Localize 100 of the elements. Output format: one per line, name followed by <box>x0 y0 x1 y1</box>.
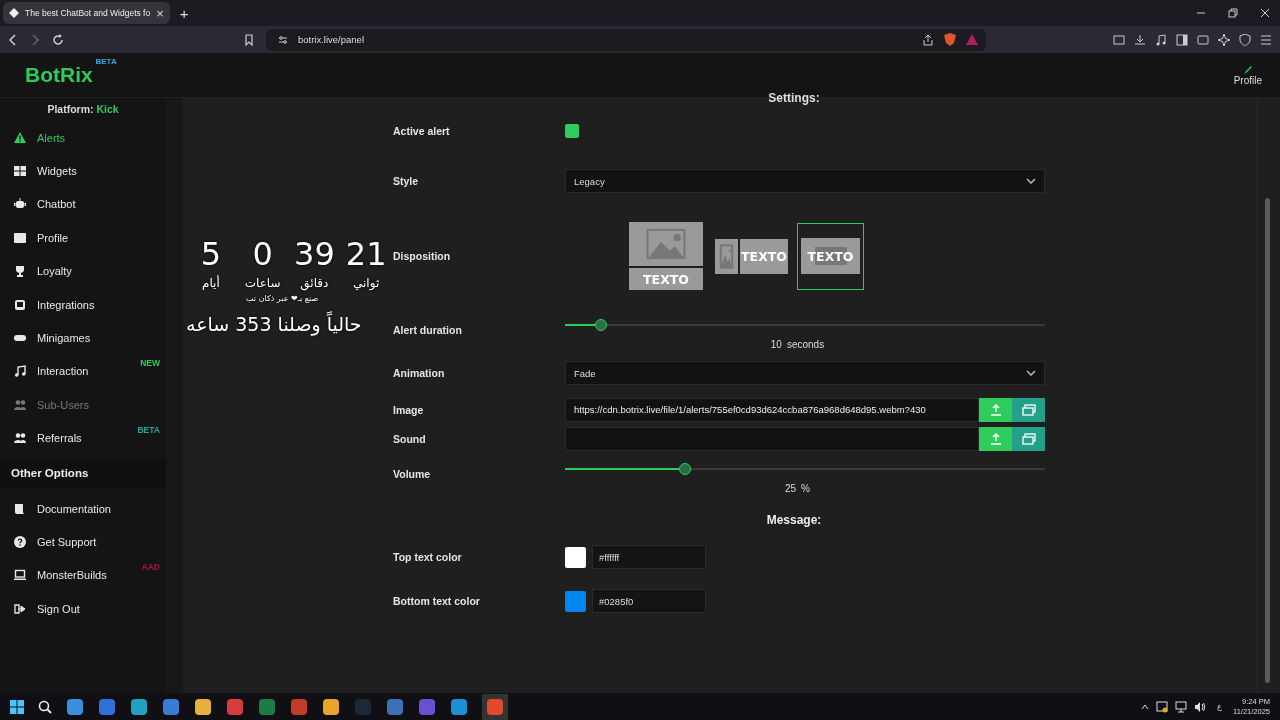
sidebar-item[interactable]: Get Support <box>0 525 166 559</box>
chevron-down-icon <box>1026 370 1036 376</box>
text-sample: TEXTO <box>740 238 788 274</box>
chevron-up-icon[interactable] <box>1141 703 1149 710</box>
slider-thumb[interactable] <box>595 318 607 331</box>
sidebar-item[interactable]: Widgets <box>0 154 166 188</box>
speaker-icon[interactable] <box>1194 700 1206 713</box>
site-settings-icon[interactable] <box>278 34 288 45</box>
countdown-number: 5 <box>200 234 222 275</box>
color-input-field[interactable]: #0285f0 <box>592 589 706 613</box>
music-note-icon[interactable] <box>1155 33 1167 46</box>
scrollbar-thumb[interactable] <box>1265 198 1270 683</box>
upload-icon <box>989 432 1002 445</box>
app-icon[interactable] <box>482 693 508 720</box>
bookmark-icon[interactable] <box>244 33 254 46</box>
shield-icon[interactable] <box>944 33 956 46</box>
sidebar-item[interactable]: Loyalty <box>0 254 166 288</box>
sidebar-item[interactable]: Chatbot <box>0 187 166 222</box>
language-indicator[interactable]: ع <box>1217 702 1222 711</box>
app-icon[interactable] <box>450 697 468 716</box>
countdown-label: ثواني <box>353 276 380 290</box>
forward-icon[interactable] <box>30 33 40 46</box>
countdown-label: دقائق <box>300 276 329 290</box>
search-icon[interactable] <box>38 699 52 714</box>
browser-tab[interactable]: The best ChatBot and Widgets fo × <box>3 2 170 24</box>
laptop-icon <box>14 569 26 582</box>
app-icon[interactable] <box>322 697 340 716</box>
app-icon[interactable] <box>162 697 180 716</box>
restore-icon[interactable] <box>1228 8 1238 18</box>
color-swatch[interactable] <box>565 546 586 568</box>
new-tab-button[interactable]: + <box>175 4 193 22</box>
sidebar-item[interactable]: MonsterBuilds AAD <box>0 558 166 593</box>
checkbox[interactable] <box>565 124 579 138</box>
sidebar-item[interactable]: Profile <box>0 221 166 255</box>
sidebar-item[interactable]: Minigames <box>0 321 166 355</box>
section-heading: Message: <box>765 513 823 527</box>
tab-close-button[interactable]: × <box>156 5 164 21</box>
field-label: Alert duration <box>393 324 463 336</box>
section-heading: Other Options <box>0 457 166 489</box>
images-icon <box>1021 432 1036 445</box>
download-icon[interactable] <box>1134 33 1146 46</box>
app-tray-icon[interactable] <box>1156 700 1168 713</box>
countdown-label: ساعات <box>244 276 281 290</box>
layout-option[interactable]: TEXTO <box>797 222 864 290</box>
countdown-number: 21 <box>345 234 387 275</box>
shield-icon[interactable] <box>1239 33 1251 46</box>
users-icon <box>14 432 26 445</box>
sidebar-icon[interactable] <box>1176 33 1188 46</box>
share-icon[interactable] <box>922 33 934 46</box>
sidebar-item[interactable]: Alerts <box>0 121 166 155</box>
windows-icon[interactable] <box>10 699 24 714</box>
app-icon[interactable] <box>226 697 244 716</box>
sidebar-item[interactable]: Integrations <box>0 287 166 322</box>
trophy-icon <box>14 265 26 278</box>
reload-icon[interactable] <box>52 33 64 46</box>
sidebar-item[interactable]: Interaction NEW <box>0 354 166 389</box>
network-icon[interactable] <box>1175 700 1187 713</box>
app-icon[interactable] <box>98 697 116 716</box>
images-icon <box>1021 403 1036 416</box>
field-label: Disposition <box>393 250 452 262</box>
upload-button[interactable] <box>979 397 1012 422</box>
sidebar-item[interactable]: Referrals BETA <box>0 421 166 455</box>
color-input-field[interactable]: #ffffff <box>592 545 706 569</box>
image-placeholder-icon <box>629 222 703 266</box>
url-input-field[interactable]: https://cdn.botrix.live/file/1/alerts/755ef0cd93d624ccba876a968d648d95.webm?430 <box>565 397 979 422</box>
sparkle-icon[interactable] <box>1218 33 1230 46</box>
field-label: Top text color <box>393 551 463 563</box>
value-text: 10 <box>770 338 782 350</box>
countdown-number: 0 <box>252 234 273 275</box>
status-tag: BETA <box>137 424 160 435</box>
pen-icon <box>1242 64 1253 75</box>
sidebar-item[interactable]: Documentation <box>0 491 166 526</box>
color-swatch[interactable] <box>565 590 586 612</box>
triangle-icon[interactable] <box>966 34 978 45</box>
overlay-headline: حالياً وصلنا 353 ساعه <box>186 313 362 335</box>
field-label: Bottom text color <box>393 595 481 607</box>
close-icon[interactable] <box>1260 8 1270 18</box>
profile-button[interactable]: Profile <box>1233 64 1262 86</box>
countdown-number: 39 <box>294 234 335 275</box>
chevron-down-icon <box>1026 178 1036 184</box>
dropdown[interactable]: Fade <box>565 361 1045 385</box>
back-icon[interactable] <box>8 33 18 46</box>
section-heading: Settings: <box>767 91 821 103</box>
dropdown[interactable]: Legacy <box>565 169 1045 193</box>
gallery-button[interactable] <box>1012 426 1045 451</box>
help-icon <box>14 536 26 548</box>
upload-button[interactable] <box>979 426 1012 451</box>
slider-thumb[interactable] <box>679 462 691 475</box>
value-text: 25 <box>785 482 797 494</box>
robot-icon <box>14 198 26 211</box>
app-icon[interactable] <box>130 697 148 716</box>
app-icon[interactable] <box>194 697 212 716</box>
botrix-logo[interactable]: BotRix <box>25 63 93 87</box>
beta-label: BETA <box>95 57 117 66</box>
menu-icon[interactable] <box>1260 33 1272 46</box>
url-input-field[interactable] <box>565 426 979 451</box>
app-icon[interactable] <box>66 697 84 716</box>
sidebar-item[interactable]: Sign Out <box>0 592 166 626</box>
gallery-button[interactable] <box>1012 397 1045 422</box>
credit-text: صنع بـ❤ عبر ذكان تب <box>246 294 319 303</box>
